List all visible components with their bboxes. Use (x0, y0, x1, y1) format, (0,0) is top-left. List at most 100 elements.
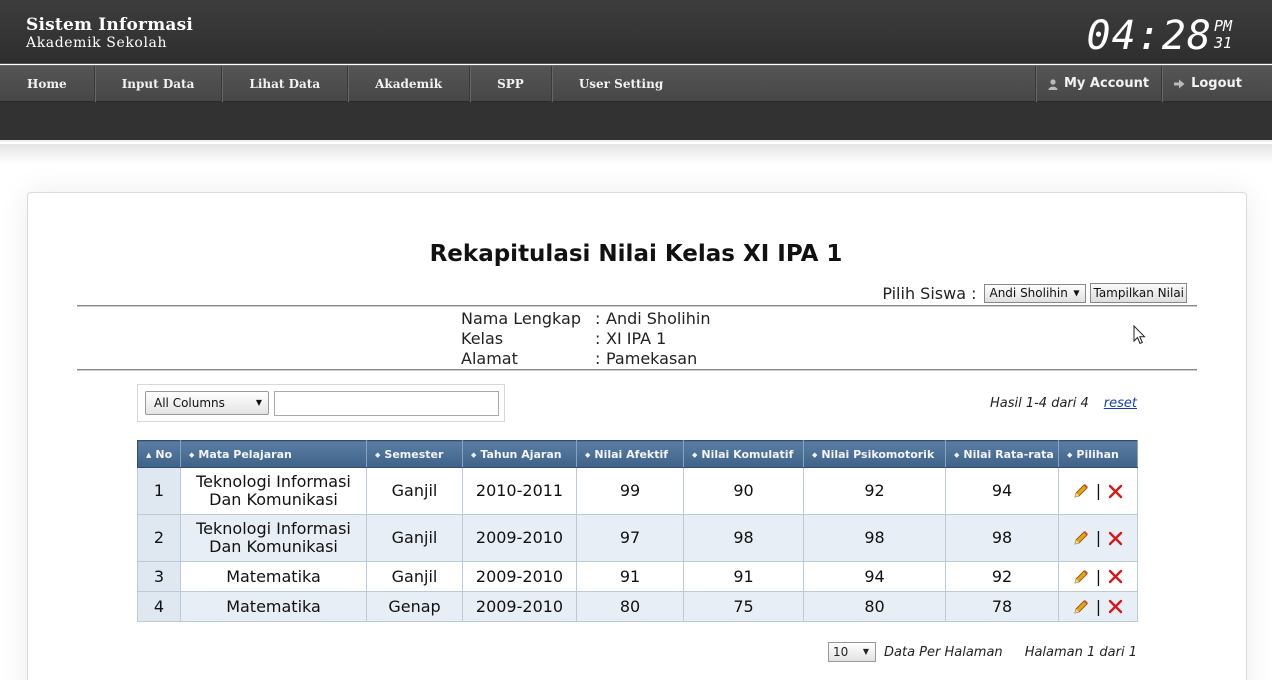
cell-actions: | (1058, 591, 1138, 622)
th-label: Pilihan (1076, 447, 1119, 461)
delete-x-icon[interactable] (1108, 569, 1123, 584)
pilih-siswa-label: Pilih Siswa : (882, 283, 977, 303)
my-account-label: My Account (1064, 76, 1150, 91)
student-info: Nama Lengkap : Andi Sholihin Kelas : XI … (461, 309, 710, 369)
cell-tahun: 2009-2010 (462, 561, 577, 592)
table-row: 2 Teknologi Informasi Dan Komunikasi Gan… (137, 514, 1138, 562)
sort-icon: ◆ (189, 450, 195, 459)
top-header: Sistem Informasi Akademik Sekolah 04:28 … (0, 0, 1272, 64)
row-actions: | (1059, 529, 1137, 547)
info-sep: : (595, 309, 601, 328)
row-actions: | (1059, 596, 1137, 616)
info-sep: : (595, 329, 601, 348)
dropdown-arrow-icon: ▼ (862, 647, 869, 656)
nav-item-akademik[interactable]: Akademik (348, 66, 471, 102)
info-row-class: Kelas : XI IPA 1 (461, 329, 710, 349)
cell-rata: 92 (945, 561, 1059, 592)
th-semester[interactable]: ◆ Semester (366, 440, 463, 468)
table-row: 4 Matematika Genap 2009-2010 80 75 80 78… (137, 591, 1138, 622)
nav-item-user-setting[interactable]: User Setting (552, 66, 690, 102)
nav-item-home[interactable]: Home (0, 66, 95, 102)
delete-x-icon[interactable] (1108, 599, 1123, 614)
info-value: Pamekasan (606, 349, 698, 368)
info-key: Nama Lengkap (461, 309, 581, 328)
cell-actions: | (1058, 561, 1138, 592)
per-page-value: 10 (833, 645, 849, 659)
nav-menu: Home Input Data Lihat Data Akademik SPP … (0, 66, 690, 102)
th-nilai-afektif[interactable]: ◆ Nilai Afektif (576, 440, 684, 468)
column-filter-value: All Columns (154, 396, 225, 410)
brand-title: Sistem Informasi (26, 15, 194, 35)
search-input[interactable] (274, 391, 499, 416)
th-nilai-rata-rata[interactable]: ◆ Nilai Rata-rata (945, 440, 1059, 468)
sort-icon: ◆ (812, 450, 818, 459)
table-header-row: ▲ No ◆ Mata Pelajaran ◆ Semester ◆ Tahun Aja… (137, 440, 1138, 468)
th-no[interactable]: ▲ No (137, 440, 181, 468)
edit-pencil-icon[interactable] (1073, 483, 1089, 499)
info-key: Alamat (461, 349, 518, 368)
cell-psikomotorik: 94 (803, 561, 946, 592)
result-summary: Hasil 1-4 dari 4 reset (990, 396, 1137, 411)
cell-komulatif: 91 (683, 561, 804, 592)
sort-icon: ◆ (585, 450, 591, 459)
cell-tahun: 2009-2010 (462, 514, 577, 562)
cell-psikomotorik: 92 (803, 467, 946, 515)
edit-pencil-icon[interactable] (1073, 569, 1089, 585)
cell-actions: | (1058, 514, 1138, 562)
th-label: Semester (384, 447, 444, 461)
nav-item-lihat-data[interactable]: Lihat Data (222, 66, 349, 102)
cell-rata: 94 (945, 467, 1059, 515)
delete-x-icon[interactable] (1108, 484, 1123, 499)
clock-ampm: PM (1213, 17, 1232, 35)
app-logo[interactable]: Sistem Informasi Akademik Sekolah (26, 15, 193, 51)
th-label: Nilai Psikomotorik (821, 447, 935, 461)
th-nilai-psikomotorik[interactable]: ◆ Nilai Psikomotorik (803, 440, 946, 468)
page-info: Halaman 1 dari 1 (1024, 644, 1137, 660)
my-account-link[interactable]: My Account (1035, 66, 1161, 102)
mouse-cursor-icon (1133, 324, 1146, 349)
dropdown-arrow-icon: ▼ (255, 398, 262, 407)
th-tahun-ajaran[interactable]: ◆ Tahun Ajaran (462, 440, 577, 468)
reset-link[interactable]: reset (1104, 396, 1137, 411)
cell-komulatif: 98 (683, 514, 804, 562)
per-page-select[interactable]: 10 ▼ (828, 642, 876, 662)
th-mata-pelajaran[interactable]: ◆ Mata Pelajaran (180, 440, 367, 468)
cell-mapel: Teknologi Informasi Dan Komunikasi (180, 467, 367, 515)
nav-item-spp[interactable]: SPP (470, 66, 552, 102)
nav-item-input-data[interactable]: Input Data (95, 66, 223, 102)
sort-icon: ◆ (375, 450, 381, 459)
th-label: Mata Pelajaran (198, 447, 292, 461)
nav-user-menu: My Account Logout (1035, 66, 1254, 102)
logout-link[interactable]: Logout (1161, 66, 1254, 102)
per-page-label: Data Per Halaman (884, 644, 1003, 660)
student-select-value: Andi Sholihin (989, 286, 1068, 300)
delete-x-icon[interactable] (1108, 531, 1123, 546)
header-shadow (0, 144, 1272, 164)
student-select[interactable]: Andi Sholihin ▼ (984, 283, 1087, 303)
sort-asc-icon: ▲ (146, 450, 152, 459)
edit-pencil-icon[interactable] (1073, 599, 1089, 615)
grades-table: ▲ No ◆ Mata Pelajaran ◆ Semester ◆ Tahun Aja… (137, 440, 1138, 622)
brand-subtitle: Akademik Sekolah (26, 35, 168, 51)
cell-semester: Ganjil (366, 561, 463, 592)
sort-icon: ◆ (1067, 450, 1073, 459)
sort-icon: ◆ (692, 450, 698, 459)
sort-icon: ◆ (471, 450, 477, 459)
cell-psikomotorik: 80 (803, 591, 946, 622)
edit-pencil-icon[interactable] (1073, 530, 1089, 546)
cell-afektif: 80 (576, 591, 684, 622)
show-grades-button[interactable]: Tampilkan Nilai (1090, 283, 1187, 303)
pagination: 10 ▼ Data Per Halaman Halaman 1 dari 1 (828, 642, 1137, 662)
th-label: Nilai Afektif (594, 447, 669, 461)
th-nilai-komulatif[interactable]: ◆ Nilai Komulatif (683, 440, 804, 468)
student-picker: Pilih Siswa : Andi Sholihin ▼ Tampilkan … (882, 283, 1187, 303)
info-key: Kelas (461, 329, 504, 348)
column-filter-select[interactable]: All Columns ▼ (145, 391, 269, 415)
cell-tahun: 2010-2011 (462, 467, 577, 515)
cell-tahun: 2009-2010 (462, 591, 577, 622)
th-label: No (155, 447, 173, 461)
result-count: Hasil 1-4 dari 4 (989, 396, 1089, 411)
action-separator: | (1095, 596, 1102, 616)
th-pilihan[interactable]: ◆ Pilihan (1058, 440, 1138, 468)
action-separator: | (1095, 566, 1102, 586)
